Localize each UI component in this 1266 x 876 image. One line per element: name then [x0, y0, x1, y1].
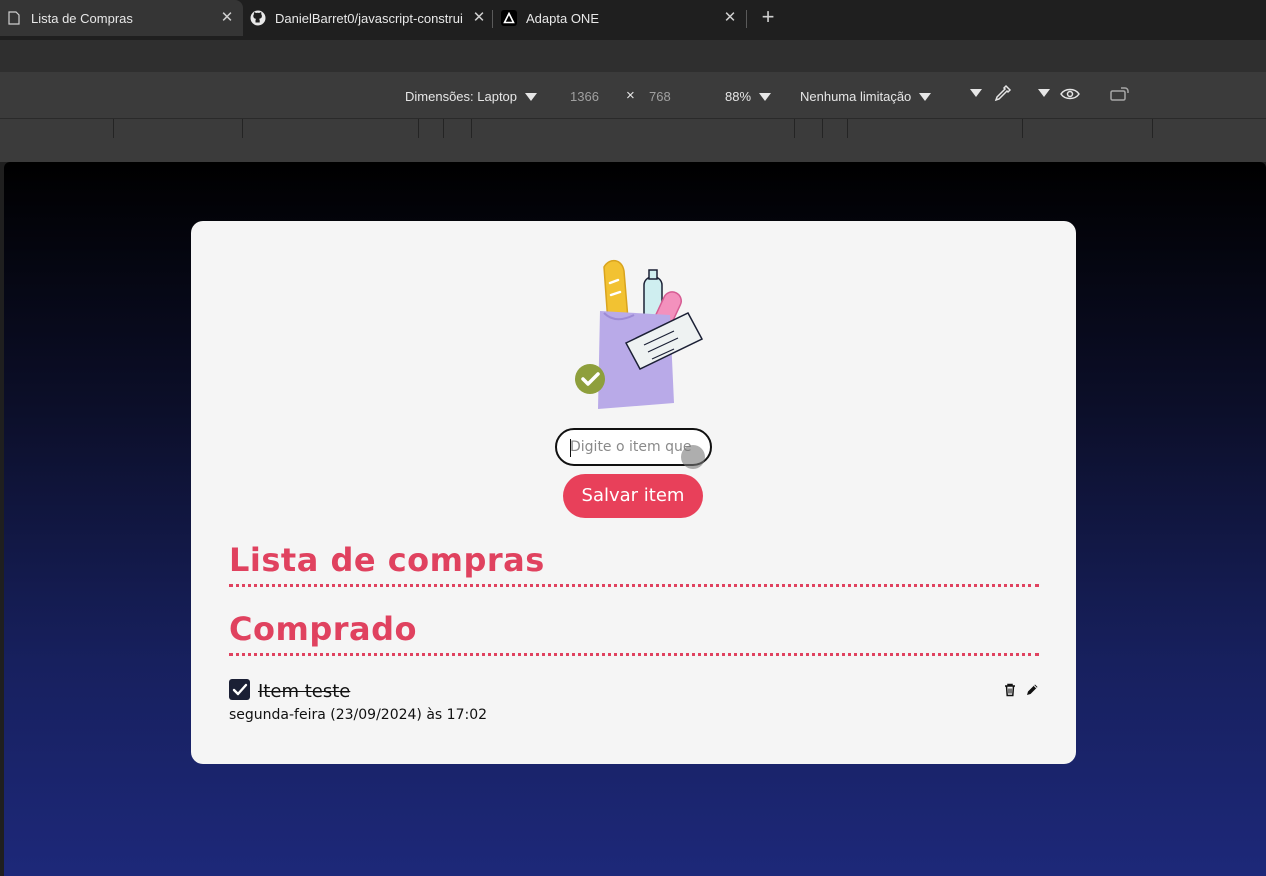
tab-github[interactable]: DanielBarret0/javascript-construi ✕ [250, 0, 490, 36]
close-tab-icon[interactable]: ✕ [723, 10, 737, 25]
chevron-down-icon [970, 89, 982, 97]
zoom-select[interactable]: 88% [725, 89, 772, 104]
eyedropper-icon[interactable] [992, 84, 1012, 106]
github-icon [250, 10, 266, 26]
close-tab-icon[interactable]: ✕ [472, 10, 486, 25]
shopping-list-title: Lista de compras [229, 541, 545, 579]
adapta-logo-icon [501, 10, 517, 26]
mouse-cursor-indicator [681, 445, 705, 469]
media-query-ruler[interactable] [0, 118, 1266, 139]
divider [229, 653, 1039, 656]
tab-lista-de-compras[interactable]: Lista de Compras ✕ [0, 0, 243, 36]
item-name: Item teste [258, 681, 351, 702]
checkmark-icon [232, 683, 248, 696]
shopping-list-card: Digite o item que Salvar item Lista de c… [191, 221, 1076, 764]
chevron-down-icon [759, 92, 772, 101]
dimensions-select[interactable]: Dimensões: Laptop [405, 89, 538, 104]
document-icon [6, 10, 22, 26]
throttling-label: Nenhuma limitação [800, 89, 912, 104]
item-input-placeholder: Digite o item que [570, 439, 692, 455]
rotate-device-icon[interactable] [1109, 86, 1131, 102]
ruler-divider [1152, 119, 1153, 139]
text-caret [570, 439, 571, 457]
browser-toolbar [0, 40, 1266, 72]
bought-title: Comprado [229, 610, 417, 648]
ruler-divider [242, 119, 243, 139]
tab-adapta-one[interactable]: Adapta ONE ✕ [501, 0, 745, 36]
throttling-select[interactable]: Nenhuma limitação [800, 89, 932, 104]
chevron-down-icon [919, 92, 932, 101]
page-viewport: Digite o item que Salvar item Lista de c… [4, 162, 1266, 876]
tab-separator [492, 10, 493, 28]
zoom-label: 88% [725, 89, 752, 104]
device-toolbar: Dimensões: Laptop 1366 × 768 88% Nenhuma… [0, 72, 1266, 118]
tab-separator [746, 10, 747, 28]
ruler-divider [822, 119, 823, 139]
viewport-frame [0, 138, 1266, 162]
ruler-divider [418, 119, 419, 139]
chevron-down-icon [1038, 89, 1050, 97]
more-options-caret[interactable] [962, 89, 982, 97]
chevron-down-icon [525, 92, 538, 101]
ruler-divider [471, 119, 472, 139]
close-tab-icon[interactable]: ✕ [220, 10, 234, 25]
trash-icon[interactable] [1003, 683, 1017, 697]
vision-options-caret[interactable] [1030, 89, 1050, 97]
list-item: Item teste segunda-feira (23/09/2024) às… [229, 679, 1041, 727]
ruler-divider [113, 119, 114, 139]
tab-title: Adapta ONE [526, 10, 599, 26]
width-input[interactable]: 1366 [570, 89, 599, 104]
save-item-button[interactable]: Salvar item [563, 474, 703, 518]
dimensions-label: Dimensões: Laptop [405, 89, 518, 104]
tab-title: Lista de Compras [31, 10, 133, 26]
tab-strip: Lista de Compras ✕ DanielBarret0/javascr… [0, 0, 1266, 40]
plus-icon[interactable]: + [758, 6, 778, 30]
grocery-bag-illustration [575, 259, 704, 409]
item-checkbox[interactable] [229, 679, 250, 700]
ruler-divider [1022, 119, 1023, 139]
pencil-icon[interactable] [1025, 683, 1039, 697]
eye-icon[interactable] [1060, 87, 1080, 101]
times-sign: × [626, 87, 635, 104]
item-date: segunda-feira (23/09/2024) às 17:02 [229, 707, 488, 723]
ruler-divider [794, 119, 795, 139]
divider [229, 584, 1039, 587]
height-input[interactable]: 768 [649, 89, 671, 104]
ruler-divider [847, 119, 848, 139]
ruler-divider [443, 119, 444, 139]
tab-title: DanielBarret0/javascript-construi [275, 10, 463, 26]
